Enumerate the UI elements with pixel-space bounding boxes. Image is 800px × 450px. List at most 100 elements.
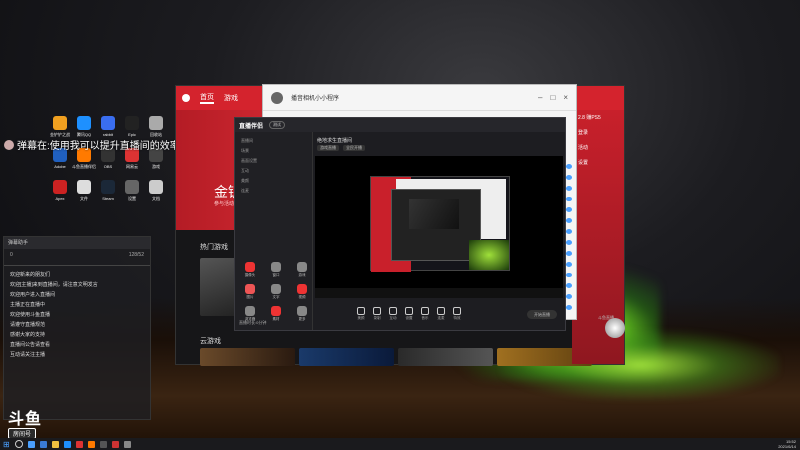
cloud-game-card[interactable] xyxy=(299,348,394,366)
taskbar: ⊞ 15:52 2021/6/14 xyxy=(0,438,800,450)
source-label: 更多 xyxy=(298,317,306,321)
source-label: 素材 xyxy=(272,317,280,321)
desktop-icon[interactable]: 金铲铲之战 xyxy=(48,116,72,138)
source-button[interactable]: 更多 xyxy=(291,306,313,322)
contact-dot-icon xyxy=(566,185,572,191)
category-chip[interactable]: 全民开播 xyxy=(343,145,365,151)
tool-button[interactable]: 录制 xyxy=(373,307,381,321)
source-button[interactable]: 摄像头 xyxy=(239,262,261,278)
app-icon xyxy=(149,116,163,130)
game-center-icon[interactable] xyxy=(75,440,83,448)
tool-icon xyxy=(373,307,381,315)
cloud-games-title: 云游戏 xyxy=(200,338,221,345)
qq-icon[interactable] xyxy=(63,440,71,448)
source-button[interactable]: 视频 xyxy=(291,284,313,300)
source-icon xyxy=(245,284,255,294)
desktop-icon[interactable]: 设置 xyxy=(120,180,144,202)
live-client-window[interactable]: 直播伴侣 测试 直播间 场景 画面设置 互动 美颜 连麦 摄像头 窗口 游戏 图片 文字 视频 浏览器… xyxy=(234,117,566,331)
source-icon xyxy=(245,262,255,272)
source-button[interactable]: 图片 xyxy=(239,284,261,300)
desktop-icon[interactable]: Steam xyxy=(96,180,120,202)
stat-right: 128/52 xyxy=(128,252,144,258)
settings-icon[interactable] xyxy=(123,440,131,448)
right-panel-item[interactable]: 登录 xyxy=(572,125,624,140)
app-icon xyxy=(53,116,67,130)
sidebar-item[interactable]: 直播间 xyxy=(235,136,312,146)
source-button[interactable]: 素材 xyxy=(265,306,287,322)
live-tag[interactable]: 测试 xyxy=(269,121,286,129)
sidebar-item[interactable]: 互动 xyxy=(235,166,312,176)
desktop-icon[interactable]: Apex xyxy=(48,180,72,202)
chat-messages: 欢迎新来的朋友们 欢迎[主播]来到直播间，请注意文明发言 欢迎用户进入直播间 主播正在… xyxy=(4,270,150,360)
sidebar-item[interactable]: 连麦 xyxy=(235,186,312,196)
streamer-avatar xyxy=(605,318,625,338)
desktop-icon[interactable]: 回收站 xyxy=(144,116,168,138)
folder-icon[interactable] xyxy=(51,440,59,448)
tool-button[interactable]: 特效 xyxy=(453,307,461,321)
source-button[interactable]: 文字 xyxy=(265,284,287,300)
live-room-title[interactable]: 绝地求生直播间 xyxy=(317,137,352,144)
source-icon xyxy=(271,306,281,316)
start-live-button[interactable]: 开始直播 xyxy=(527,309,557,319)
desktop-icon-label: Apex xyxy=(55,196,65,201)
stat-left: 0 xyxy=(10,252,13,258)
chat-message: 直播间公告请查看 xyxy=(10,342,51,348)
source-label: 文字 xyxy=(272,295,280,299)
chat-message: 欢迎新来的朋友们 xyxy=(10,272,51,278)
cloud-game-card[interactable] xyxy=(398,348,493,366)
task-view-icon[interactable] xyxy=(27,440,35,448)
live-sidebar: 直播间 场景 画面设置 互动 美颜 连麦 摄像头 窗口 游戏 图片 文字 视频 浏览器 素材 更多 直播时… xyxy=(235,132,313,330)
douyu-icon[interactable] xyxy=(87,440,95,448)
chat-panel[interactable]: 弹幕助手 0 128/52 欢迎新来的朋友们 欢迎[主播]来到直播间，请注意文明发… xyxy=(3,236,151,420)
tool-button[interactable]: 设置 xyxy=(405,307,413,321)
sidebar-item[interactable]: 美颜 xyxy=(235,176,312,186)
live-preview[interactable] xyxy=(315,156,563,298)
desktop-icon[interactable]: 文档 xyxy=(144,180,168,202)
source-button[interactable]: 窗口 xyxy=(265,262,287,278)
tool-button[interactable]: 美颜 xyxy=(357,307,365,321)
tab-games[interactable]: 游戏 xyxy=(224,93,238,103)
tab-home[interactable]: 首页 xyxy=(200,92,214,104)
game-center-logo-icon xyxy=(182,94,190,102)
obs-icon[interactable] xyxy=(99,440,107,448)
right-panel-item[interactable]: 活动 xyxy=(572,140,624,155)
category-chip[interactable]: 游戏直播 xyxy=(317,145,339,151)
watermark: 斗鱼直播 xyxy=(598,315,614,320)
tool-icon xyxy=(357,307,365,315)
contact-dot-icon xyxy=(566,174,572,180)
search-icon[interactable] xyxy=(14,440,23,448)
source-button[interactable]: 游戏 xyxy=(291,262,313,278)
desktop-icon[interactable]: Epic xyxy=(120,116,144,138)
chat-header: 弹幕助手 xyxy=(4,237,150,249)
maximize-icon[interactable]: □ xyxy=(550,93,555,102)
tool-button[interactable]: 互动 xyxy=(389,307,397,321)
browser-icon[interactable] xyxy=(39,440,47,448)
sidebar-item[interactable]: 画面设置 xyxy=(235,156,312,166)
sidebar-item[interactable]: 场景 xyxy=(235,146,312,156)
app-icon xyxy=(149,180,163,194)
contact-avatar xyxy=(271,91,283,104)
tool-button[interactable]: 连麦 xyxy=(437,307,445,321)
close-icon[interactable]: × xyxy=(563,93,568,102)
source-icon xyxy=(245,306,255,316)
desktop-icon[interactable]: rabbit xyxy=(96,116,120,138)
clock[interactable]: 15:52 2021/6/14 xyxy=(778,439,800,449)
windows-start-icon[interactable]: ⊞ xyxy=(3,440,10,449)
recursive-preview xyxy=(370,176,510,272)
desktop-icon-label: 游戏 xyxy=(152,164,160,169)
chat-stats: 0 128/52 xyxy=(4,249,150,261)
tool-button[interactable]: 音乐 xyxy=(421,307,429,321)
desktop-icon[interactable]: 文件 xyxy=(72,180,96,202)
cloud-game-card[interactable] xyxy=(200,348,295,366)
source-icon xyxy=(297,284,307,294)
qq-header: 播音相机小小程序 – □ × xyxy=(263,85,576,111)
chat-message: 主播正在直播中 xyxy=(10,302,46,308)
right-panel-item[interactable]: 2.8 赚PS5 xyxy=(572,110,624,125)
app-icon xyxy=(53,180,67,194)
desktop-icon[interactable]: 腾讯QQ xyxy=(72,116,96,138)
music-icon[interactable] xyxy=(111,440,119,448)
minimize-icon[interactable]: – xyxy=(538,93,542,102)
live-category-chips: 游戏直播 全民开播 xyxy=(317,145,365,151)
source-grid: 摄像头 窗口 游戏 图片 文字 视频 浏览器 素材 更多 xyxy=(239,262,313,322)
right-panel-item[interactable]: 设置 xyxy=(572,155,624,170)
